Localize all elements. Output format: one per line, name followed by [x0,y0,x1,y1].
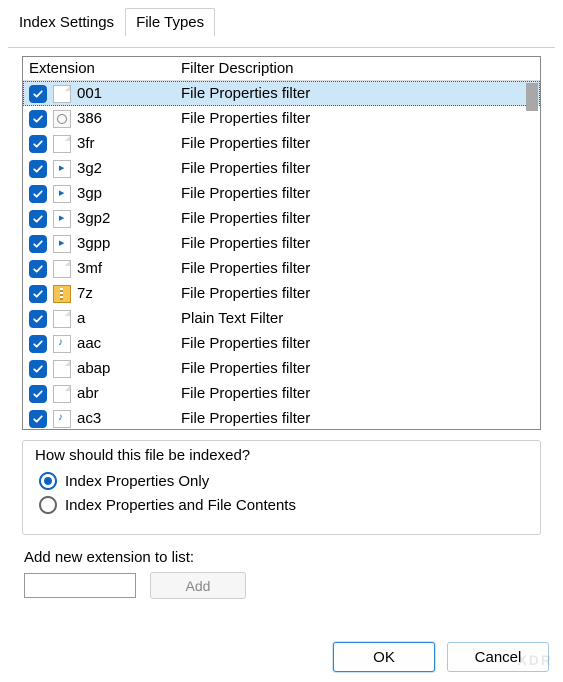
tab-underline [8,47,555,48]
table-row[interactable]: aacFile Properties filter [23,331,540,356]
description-cell: File Properties filter [181,385,540,402]
checkbox-icon[interactable] [29,410,47,428]
extension-cell: aac [77,335,181,352]
checkbox-icon[interactable] [29,210,47,228]
extension-cell: 3gp [77,185,181,202]
radio-label: Index Properties and File Contents [65,497,296,514]
description-cell: File Properties filter [181,410,540,427]
dialog-footer: OK Cancel [333,642,549,672]
video-file-icon [53,235,71,253]
extension-cell: 386 [77,110,181,127]
ok-button[interactable]: OK [333,642,435,672]
gear-file-icon [53,110,71,128]
file-types-list[interactable]: Extension Filter Description 001File Pro… [22,56,541,430]
table-row[interactable]: 3gpFile Properties filter [23,181,540,206]
description-cell: File Properties filter [181,260,540,277]
extension-cell: 3gpp [77,235,181,252]
checkbox-icon[interactable] [29,135,47,153]
description-cell: File Properties filter [181,235,540,252]
audio-file-icon [53,410,71,428]
table-row[interactable]: ac3File Properties filter [23,406,540,429]
table-row[interactable]: 001File Properties filter [23,81,540,106]
radio-label: Index Properties Only [65,473,209,490]
add-extension-row: Add [24,572,563,599]
description-cell: File Properties filter [181,210,540,227]
audio-file-icon [53,335,71,353]
extension-cell: 001 [77,85,181,102]
table-row[interactable]: abapFile Properties filter [23,356,540,381]
extension-cell: 7z [77,285,181,302]
checkbox-icon[interactable] [29,85,47,103]
indexing-options-group: How should this file be indexed? Index P… [22,440,541,535]
description-cell: File Properties filter [181,160,540,177]
checkbox-icon[interactable] [29,385,47,403]
extension-cell: 3gp2 [77,210,181,227]
tab-file-types[interactable]: File Types [125,8,215,36]
extension-cell: abap [77,360,181,377]
add-extension-label: Add new extension to list: [24,549,563,566]
checkbox-icon[interactable] [29,185,47,203]
add-button[interactable]: Add [150,572,246,599]
page-file-icon [53,310,71,328]
list-body: 001File Properties filter386File Propert… [23,81,540,429]
checkbox-icon[interactable] [29,285,47,303]
checkbox-icon[interactable] [29,160,47,178]
checkbox-icon[interactable] [29,235,47,253]
page-file-icon [53,360,71,378]
extension-cell: a [77,310,181,327]
table-row[interactable]: 7zFile Properties filter [23,281,540,306]
col-header-extension[interactable]: Extension [23,57,175,80]
zip-file-icon [53,285,71,303]
page-file-icon [53,85,71,103]
extension-cell: 3g2 [77,160,181,177]
description-cell: File Properties filter [181,360,540,377]
description-cell: File Properties filter [181,110,540,127]
tab-strip: Index Settings File Types [8,8,555,36]
page-file-icon [53,385,71,403]
description-cell: File Properties filter [181,185,540,202]
radio-properties-and-contents[interactable]: Index Properties and File Contents [39,496,528,514]
extension-cell: ac3 [77,410,181,427]
page-file-icon [53,260,71,278]
extension-input[interactable] [24,573,136,598]
extension-cell: 3fr [77,135,181,152]
table-row[interactable]: 3mfFile Properties filter [23,256,540,281]
table-row[interactable]: 3frFile Properties filter [23,131,540,156]
extension-cell: abr [77,385,181,402]
description-cell: File Properties filter [181,285,540,302]
table-row[interactable]: 3gppFile Properties filter [23,231,540,256]
cancel-button[interactable]: Cancel [447,642,549,672]
description-cell: File Properties filter [181,85,540,102]
page-file-icon [53,135,71,153]
scrollbar-thumb[interactable] [526,83,538,111]
checkbox-icon[interactable] [29,260,47,278]
radio-icon [39,472,57,490]
extension-cell: 3mf [77,260,181,277]
list-header: Extension Filter Description [23,57,540,81]
table-row[interactable]: 3g2File Properties filter [23,156,540,181]
table-row[interactable]: abrFile Properties filter [23,381,540,406]
radio-properties-only[interactable]: Index Properties Only [39,472,528,490]
video-file-icon [53,160,71,178]
col-header-description[interactable]: Filter Description [175,57,540,80]
tab-index-settings[interactable]: Index Settings [8,8,125,36]
table-row[interactable]: 3gp2File Properties filter [23,206,540,231]
checkbox-icon[interactable] [29,360,47,378]
video-file-icon [53,185,71,203]
description-cell: Plain Text Filter [181,310,540,327]
checkbox-icon[interactable] [29,110,47,128]
checkbox-icon[interactable] [29,335,47,353]
description-cell: File Properties filter [181,135,540,152]
table-row[interactable]: 386File Properties filter [23,106,540,131]
indexing-options-label: How should this file be indexed? [35,447,528,464]
radio-icon [39,496,57,514]
checkbox-icon[interactable] [29,310,47,328]
table-row[interactable]: aPlain Text Filter [23,306,540,331]
description-cell: File Properties filter [181,335,540,352]
video-file-icon [53,210,71,228]
